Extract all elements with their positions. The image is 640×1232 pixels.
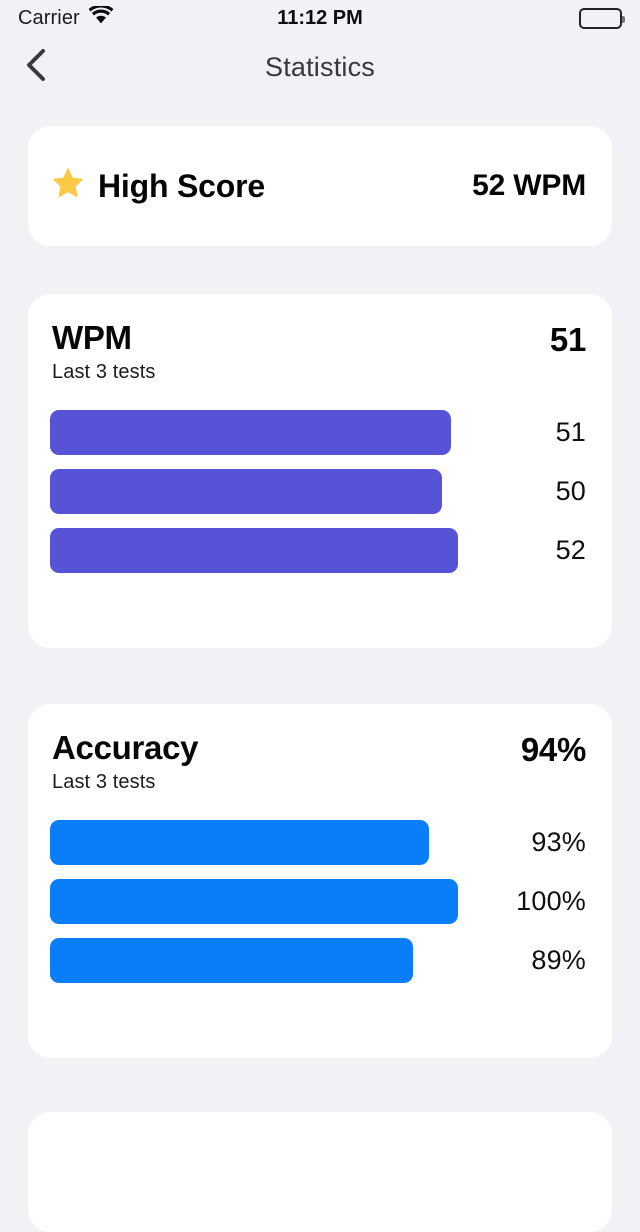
bar-value-label: 89% [531, 944, 586, 975]
bar-value-label: 100% [516, 885, 586, 916]
bar-track [50, 527, 478, 573]
accuracy-stat-card[interactable]: Accuracy Last 3 tests 94% 93% 100% 89% [28, 704, 612, 1058]
status-bar-right [579, 7, 625, 29]
bar-row: 100% [50, 878, 586, 924]
high-score-value: 52 WPM [472, 169, 586, 202]
battery-cap [622, 15, 625, 23]
navigation-bar: Statistics [0, 36, 640, 98]
wpm-title-group: WPM Last 3 tests [52, 320, 155, 384]
bar-track [50, 468, 478, 514]
bar-row: 93% [50, 819, 586, 865]
bar-fill [50, 527, 459, 573]
wpm-stat-card[interactable]: WPM Last 3 tests 51 51 50 52 [28, 294, 612, 648]
bar-value-label: 93% [531, 826, 586, 857]
page-title: Statistics [264, 52, 376, 82]
bar-fill [50, 937, 413, 983]
bar-row: 89% [50, 937, 586, 983]
accuracy-title: Accuracy [52, 729, 199, 766]
bar-track [50, 878, 478, 924]
wpm-subtitle: Last 3 tests [52, 360, 156, 383]
next-stat-card-partial[interactable] [28, 1112, 612, 1232]
wpm-bar-chart: 51 50 52 [50, 409, 586, 573]
bar-fill [50, 468, 443, 514]
bar-value-label: 51 [555, 416, 586, 447]
bar-row: 51 [50, 409, 586, 455]
bar-row: 50 [50, 468, 586, 514]
accuracy-summary-value: 94% [520, 731, 586, 768]
star-icon [50, 166, 86, 206]
bar-track [50, 819, 478, 865]
bar-fill [50, 409, 451, 455]
accuracy-card-header: Accuracy Last 3 tests 94% [50, 730, 586, 794]
bar-fill [50, 878, 459, 924]
wpm-title: WPM [52, 319, 132, 356]
status-bar-left: Carrier [18, 4, 114, 30]
status-bar: Carrier 11:12 PM [0, 0, 640, 36]
accuracy-title-group: Accuracy Last 3 tests [52, 729, 199, 794]
accuracy-subtitle: Last 3 tests [52, 770, 156, 793]
wpm-card-header: WPM Last 3 tests 51 [50, 320, 586, 384]
high-score-card[interactable]: High Score 52 WPM [28, 126, 612, 246]
wifi-icon [88, 4, 114, 30]
stats-scroll-content[interactable]: High Score 52 WPM WPM Last 3 tests 51 51 [0, 98, 640, 1232]
wpm-summary-value: 51 [549, 321, 586, 358]
bar-fill [50, 819, 430, 865]
bar-value-label: 50 [555, 475, 586, 506]
bar-track [50, 937, 478, 983]
bar-row: 52 [50, 527, 586, 573]
battery-full-icon [579, 7, 625, 29]
bar-value-label: 52 [555, 534, 586, 565]
bar-track [50, 409, 478, 455]
high-score-label-group: High Score [50, 166, 472, 206]
high-score-title: High Score [98, 167, 265, 204]
accuracy-bar-chart: 93% 100% 89% [50, 819, 586, 983]
carrier-label: Carrier [18, 6, 80, 29]
